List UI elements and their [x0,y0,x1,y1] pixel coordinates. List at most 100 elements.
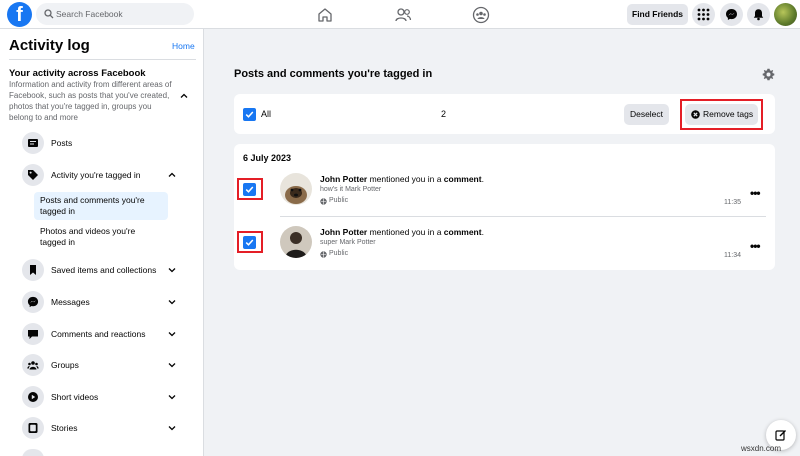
select-all-checkbox[interactable] [243,108,256,121]
video-icon [22,386,44,408]
checkmark-icon [245,239,254,246]
top-bar: f Find Friends [0,0,800,29]
sidebar-item-short-videos[interactable]: Short videos [22,386,192,412]
divider [9,59,196,60]
dog-photo-icon [280,173,312,205]
post-period: . [481,174,484,184]
chevron-down-icon [168,426,176,431]
audience-label: Public [329,250,349,257]
checkmark-icon [245,111,254,118]
chevron-down-icon [168,300,176,305]
home-icon[interactable] [316,6,334,24]
section-title: Your activity across Facebook [9,68,146,79]
checkmark-icon [245,186,254,193]
tagged-posts-list [234,144,775,270]
post-author[interactable]: John Potter [320,174,367,184]
sidebar-item-label: Activity you're tagged in [51,170,141,180]
post-time: 11:34 [724,252,741,259]
sidebar-item-label: Stories [51,423,78,433]
find-friends-button[interactable]: Find Friends [627,4,688,25]
sidebar-item-messages[interactable]: Messages [22,291,192,317]
search-input[interactable] [56,3,190,25]
post-period: . [481,227,484,237]
sidebar-item-comments-reactions[interactable]: Comments and reactions [22,323,192,349]
selected-count: 2 [441,109,447,119]
gear-icon[interactable] [762,68,775,81]
watermark: wsxdn.com [741,444,782,453]
sidebar-item-label: Posts [51,138,73,148]
friends-icon[interactable] [394,6,412,24]
sidebar-item-partial-icon [22,449,44,456]
chevron-down-icon [168,363,176,368]
post-time: 11:35 [724,199,741,206]
messenger-icon [726,9,737,20]
groups-icon[interactable] [472,6,490,24]
post-checkbox[interactable] [243,236,256,249]
sidebar-item-groups[interactable]: Groups [22,354,192,380]
messenger-icon [22,291,44,313]
notifications-icon [753,9,764,21]
bookmark-icon [22,259,44,281]
post-headline: John Potter mentioned you in a comment. [320,174,484,184]
remove-circle-icon [691,110,700,119]
audience-label: Public [329,197,349,204]
sidebar-item-label: Groups [51,360,79,370]
divider [280,216,766,217]
groups-icon [22,354,44,376]
comment-icon [22,323,44,345]
chevron-down-icon [168,395,176,400]
menu-button[interactable] [692,3,715,26]
sidebar-item-label: Saved items and collections [51,265,157,275]
notifications-button[interactable] [747,3,770,26]
sidebar-item-label: Comments and reactions [51,329,146,339]
select-all-label: All [261,109,272,119]
sidebar-subitem-posts-comments-tagged[interactable]: Posts and comments you're tagged in [34,192,168,220]
posts-icon [22,132,44,154]
profile-avatar[interactable] [774,3,797,26]
sidebar-item-activity-tagged[interactable]: Activity you're tagged in [22,164,192,190]
post-headline: John Potter mentioned you in a comment. [320,227,484,237]
sidebar-item-label: Short videos [51,392,99,402]
page-title: Activity log [9,37,90,54]
deselect-button[interactable]: Deselect [624,104,669,125]
tag-icon [22,164,44,186]
stories-icon [22,417,44,439]
sidebar-subitem-photos-videos-tagged[interactable]: Photos and videos you're tagged in [34,223,168,251]
post-action-text: mentioned you in a [367,227,444,237]
chevron-down-icon [168,332,176,337]
chevron-up-icon [168,172,176,177]
date-heading: 6 July 2023 [243,153,292,163]
person-photo-icon [280,226,312,258]
globe-icon [320,251,327,258]
post-excerpt: how's it Mark Potter [320,186,382,193]
menu-grid-icon [697,8,710,21]
post-checkbox[interactable] [243,183,256,196]
remove-tags-button[interactable]: Remove tags [685,104,758,125]
home-link[interactable]: Home [172,41,195,51]
sidebar-item-stories[interactable]: Stories [22,417,192,443]
avatar[interactable] [280,173,312,205]
post-object[interactable]: comment [444,174,482,184]
sidebar-item-posts[interactable]: Posts [22,132,192,158]
chevron-down-icon [168,268,176,273]
facebook-logo-icon[interactable]: f [7,2,32,27]
globe-icon [320,198,327,205]
avatar[interactable] [280,226,312,258]
search-icon [44,9,54,19]
section-description: Information and activity from different … [9,80,172,122]
activity-log-sidebar: Activity log Home Your activity across F… [0,29,204,456]
more-options-icon[interactable]: ••• [750,186,761,200]
post-author[interactable]: John Potter [320,227,367,237]
messenger-button[interactable] [720,3,743,26]
post-excerpt: super Mark Potter [320,239,376,246]
panel-title: Posts and comments you're tagged in [234,68,433,80]
post-object[interactable]: comment [444,227,482,237]
compose-icon [775,430,786,441]
search-box[interactable] [36,3,194,25]
sidebar-item-saved[interactable]: Saved items and collections [22,259,192,285]
more-options-icon[interactable]: ••• [750,239,761,253]
sidebar-item-label: Messages [51,297,90,307]
post-action-text: mentioned you in a [367,174,444,184]
chevron-up-icon[interactable] [180,92,188,100]
remove-tags-label: Remove tags [703,109,754,119]
